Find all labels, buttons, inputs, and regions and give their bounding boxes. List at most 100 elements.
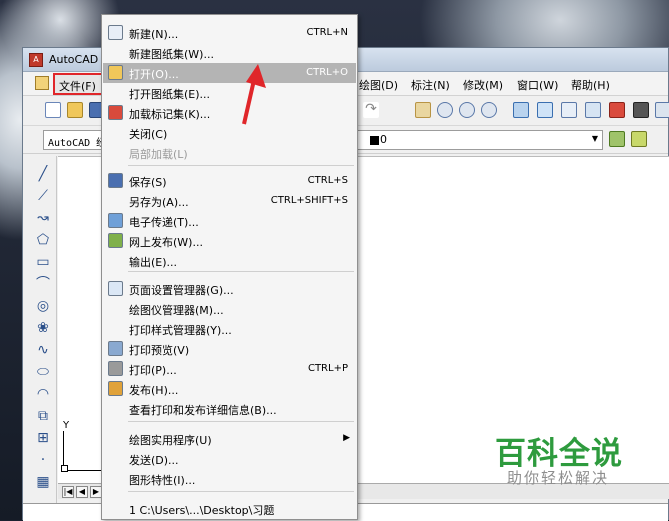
file-menu-item[interactable]: 打开图纸集(E)... xyxy=(103,83,356,103)
file-menu-item-label: 发布(H)... xyxy=(129,384,179,397)
file-menu-item[interactable]: 绘图仪管理器(M)... xyxy=(103,299,356,319)
file-menu-item[interactable]: 打开(O)... CTRL+O xyxy=(103,63,356,83)
redo-icon[interactable]: ↷ xyxy=(363,102,379,118)
file-menu-item[interactable]: 另存为(A)... CTRL+SHIFT+S xyxy=(103,191,356,211)
rectangle-icon[interactable]: ▭ xyxy=(35,254,51,270)
file-menu-item[interactable]: 查看打印和发布详细信息(B)... xyxy=(103,399,356,419)
file-menu-item-shortcut: CTRL+S xyxy=(307,175,348,186)
file-menu-item-label: 图形特性(I)... xyxy=(129,474,196,487)
markup-icon xyxy=(108,105,123,120)
menu-separator xyxy=(128,271,354,272)
draw-toolbar: ╱ ⟋ ↝ ⬠ ▭ ⌒ ◎ ❀ ∿ ⬭ ◠ ⧉ ⊞ · ▦ xyxy=(27,156,57,512)
menu-draw[interactable]: 绘图(D) xyxy=(359,77,398,93)
circle-icon[interactable]: ◎ xyxy=(35,298,51,314)
page-setup-icon xyxy=(108,281,123,296)
file-menu-item-label: 保存(S) xyxy=(129,176,167,189)
zoom-window-icon[interactable] xyxy=(459,102,475,118)
ucs-origin-box xyxy=(61,465,68,472)
new-file-icon xyxy=(108,25,123,40)
file-menu-item[interactable]: 绘图实用程序(U) ▶ xyxy=(103,429,356,449)
zoom-realtime-icon[interactable] xyxy=(437,102,453,118)
file-menu-item-label: 电子传递(T)... xyxy=(129,216,199,229)
help-icon[interactable] xyxy=(655,102,669,118)
file-menu-item[interactable]: 打印(P)... CTRL+P xyxy=(103,359,356,379)
file-menu-item-label: 发送(D)... xyxy=(129,454,179,467)
polyline-icon[interactable]: ↝ xyxy=(35,210,51,226)
point-icon[interactable]: · xyxy=(35,452,51,468)
file-menu-item-shortcut: CTRL+N xyxy=(306,27,348,38)
file-menu-item[interactable]: 新建(N)... CTRL+N xyxy=(103,23,356,43)
polygon-icon[interactable]: ⬠ xyxy=(35,232,51,248)
file-menu-item-shortcut: CTRL+O xyxy=(306,67,348,78)
menu-help[interactable]: 帮助(H) xyxy=(571,77,610,93)
prev-tab-button[interactable]: ◀ xyxy=(76,486,88,498)
properties-icon[interactable] xyxy=(513,102,529,118)
print-icon xyxy=(108,361,123,376)
window-title: AutoCAD 2 xyxy=(49,53,109,66)
file-menu-item[interactable]: 保存(S) CTRL+S xyxy=(103,171,356,191)
layer-dropdown[interactable]: 0 xyxy=(357,130,603,150)
sheet-set-icon[interactable] xyxy=(585,102,601,118)
markup-icon[interactable] xyxy=(609,102,625,118)
file-menu-item-label: 绘图实用程序(U) xyxy=(129,434,212,447)
construction-line-icon[interactable]: ⟋ xyxy=(35,188,51,204)
file-menu-item[interactable]: 关闭(C) xyxy=(103,123,356,143)
menu-window[interactable]: 窗口(W) xyxy=(517,77,558,93)
file-menu-item-label: 加载标记集(K)... xyxy=(129,108,211,121)
file-menu-item-label: 打印(P)... xyxy=(129,364,177,377)
file-menu-item[interactable]: 打印预览(V) xyxy=(103,339,356,359)
file-menu-item[interactable]: 打印样式管理器(Y)... xyxy=(103,319,356,339)
ellipse-arc-icon[interactable]: ◠ xyxy=(35,386,51,402)
layer-manager-icon[interactable] xyxy=(609,131,625,147)
revision-cloud-icon[interactable]: ❀ xyxy=(35,320,51,336)
file-menu-item[interactable]: 加载标记集(K)... xyxy=(103,103,356,123)
menu-modify[interactable]: 修改(M) xyxy=(463,77,503,93)
watermark-subtitle: 助你轻松解决 xyxy=(507,469,610,487)
arc-icon[interactable]: ⌒ xyxy=(35,276,51,292)
file-menu-item-label: 网上发布(W)... xyxy=(129,236,203,249)
file-menu-item-label: 关闭(C) xyxy=(129,128,168,141)
file-menu-item[interactable]: 页面设置管理器(G)... xyxy=(103,279,356,299)
layer-name: 0 xyxy=(380,133,387,146)
menu-separator xyxy=(128,491,354,492)
hatch-icon[interactable]: ▦ xyxy=(35,474,51,490)
file-menu-item[interactable]: 图形特性(I)... xyxy=(103,469,356,489)
document-icon[interactable] xyxy=(35,76,49,90)
file-menu-item[interactable]: 网上发布(W)... xyxy=(103,231,356,251)
save-icon xyxy=(108,173,123,188)
ucs-y-label: Y xyxy=(63,420,70,431)
file-menu-item-label: 打开图纸集(E)... xyxy=(129,88,211,101)
file-menu-item-label: 打印样式管理器(Y)... xyxy=(129,324,232,337)
tool-palettes-icon[interactable] xyxy=(561,102,577,118)
design-center-icon[interactable] xyxy=(537,102,553,118)
file-menu-item[interactable]: 电子传递(T)... xyxy=(103,211,356,231)
file-menu-item-label: 打开(O)... xyxy=(129,68,179,81)
open-folder-icon xyxy=(108,65,123,80)
file-menu-item[interactable]: 新建图纸集(W)... xyxy=(103,43,356,63)
line-icon[interactable]: ╱ xyxy=(35,166,51,182)
file-menu-item[interactable]: 1 C:\Users\...\Desktop\习题 xyxy=(103,499,356,519)
file-menu-item-label: 绘图仪管理器(M)... xyxy=(129,304,224,317)
file-menu-item[interactable]: 发布(H)... xyxy=(103,379,356,399)
file-menu-item-label: 查看打印和发布详细信息(B)... xyxy=(129,404,277,417)
make-block-icon[interactable]: ⊞ xyxy=(35,430,51,446)
calculator-icon[interactable] xyxy=(633,102,649,118)
file-menu-item[interactable]: 输出(E)... xyxy=(103,251,356,271)
menu-dimension[interactable]: 标注(N) xyxy=(411,77,450,93)
insert-block-icon[interactable]: ⧉ xyxy=(35,408,51,424)
menu-file[interactable]: 文件(F) xyxy=(53,73,103,95)
first-tab-button[interactable]: |◀ xyxy=(62,486,74,498)
zoom-previous-icon[interactable] xyxy=(481,102,497,118)
file-menu-item-label: 新建(N)... xyxy=(129,28,179,41)
open-icon[interactable] xyxy=(67,102,83,118)
etransmit-icon xyxy=(108,213,123,228)
ellipse-icon[interactable]: ⬭ xyxy=(35,364,51,380)
menu-separator xyxy=(128,165,354,166)
print-preview-icon xyxy=(108,341,123,356)
new-icon[interactable] xyxy=(45,102,61,118)
file-menu-item-label: 页面设置管理器(G)... xyxy=(129,284,234,297)
file-menu-item[interactable]: 发送(D)... xyxy=(103,449,356,469)
pan-icon[interactable] xyxy=(415,102,431,118)
layer-previous-icon[interactable] xyxy=(631,131,647,147)
spline-icon[interactable]: ∿ xyxy=(35,342,51,358)
